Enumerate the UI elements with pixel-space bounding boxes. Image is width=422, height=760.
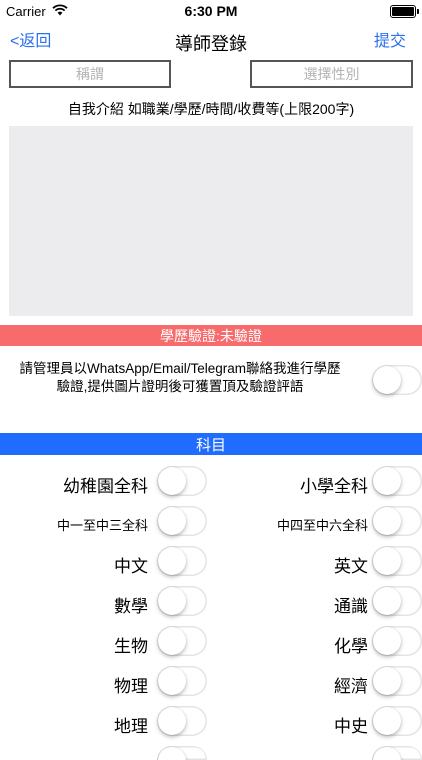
subject-toggle-left-4[interactable] <box>157 626 207 656</box>
subject-label-left-2: 中文 <box>114 557 148 576</box>
subject-label-left-6: 地理 <box>114 717 148 736</box>
verification-status-bar: 學歷驗證:未驗證 <box>0 325 422 346</box>
subject-toggle-right-1[interactable] <box>372 506 422 536</box>
subject-label-right-0: 小學全科 <box>300 477 368 496</box>
subject-toggle-left-2[interactable] <box>157 546 207 576</box>
intro-textarea[interactable] <box>9 126 413 316</box>
subject-toggle-right-4[interactable] <box>372 626 422 656</box>
subject-toggle-left-3[interactable] <box>157 586 207 616</box>
subject-label-left-5: 物理 <box>114 677 148 696</box>
subject-label-left-3: 數學 <box>114 597 148 616</box>
subjects-header: 科目 <box>0 433 422 455</box>
intro-label: 自我介紹 如職業/學歷/時間/收費等(上限200字) <box>67 101 355 117</box>
subject-label-right-4: 化學 <box>334 637 368 656</box>
verification-text-line1: 請管理員以WhatsApp/Email/Telegram聯絡我進行學歷 <box>19 361 341 376</box>
verification-text-line2: 驗證,提供圖片證明後可獲置頂及驗證評語 <box>56 379 304 394</box>
subject-label-right-3: 通識 <box>334 597 368 616</box>
subject-toggle-left-1[interactable] <box>157 506 207 536</box>
subject-label-left-0: 幼稚園全科 <box>63 477 148 496</box>
verification-request-text: 請管理員以WhatsApp/Email/Telegram聯絡我進行學歷 驗證,提… <box>0 360 360 396</box>
subject-toggle-partial-0[interactable] <box>157 746 207 760</box>
subject-toggle-partial-1[interactable] <box>372 746 422 760</box>
navigation-bar: <返回 導師登錄 提交 <box>0 22 422 54</box>
subject-toggle-left-5[interactable] <box>157 666 207 696</box>
subject-label-right-1: 中四至中六全科 <box>276 518 368 533</box>
subject-toggle-right-3[interactable] <box>372 586 422 616</box>
page-title: 導師登錄 <box>175 34 247 54</box>
subject-toggle-right-5[interactable] <box>372 666 422 696</box>
status-bar: Carrier 6:30 PM <box>0 0 422 22</box>
subject-label-left-1: 中一至中三全科 <box>56 518 148 533</box>
clock: 6:30 PM <box>184 3 238 19</box>
submit-button[interactable]: 提交 <box>374 27 406 51</box>
subject-label-left-4: 生物 <box>114 637 148 656</box>
subject-toggle-right-2[interactable] <box>372 546 422 576</box>
subject-label-right-2: 英文 <box>334 557 368 576</box>
title-input[interactable]: 稱謂 <box>9 60 171 88</box>
subject-label-right-6: 中史 <box>334 717 368 736</box>
subject-toggle-right-0[interactable] <box>372 466 422 496</box>
subject-toggle-right-6[interactable] <box>372 706 422 736</box>
subject-toggle-left-0[interactable] <box>157 466 207 496</box>
gender-select[interactable]: 選擇性別 <box>250 60 413 88</box>
subject-label-right-5: 經濟 <box>334 677 368 696</box>
subject-toggle-left-6[interactable] <box>157 706 207 736</box>
verification-request-toggle[interactable] <box>372 365 422 395</box>
battery-icon <box>390 5 419 18</box>
